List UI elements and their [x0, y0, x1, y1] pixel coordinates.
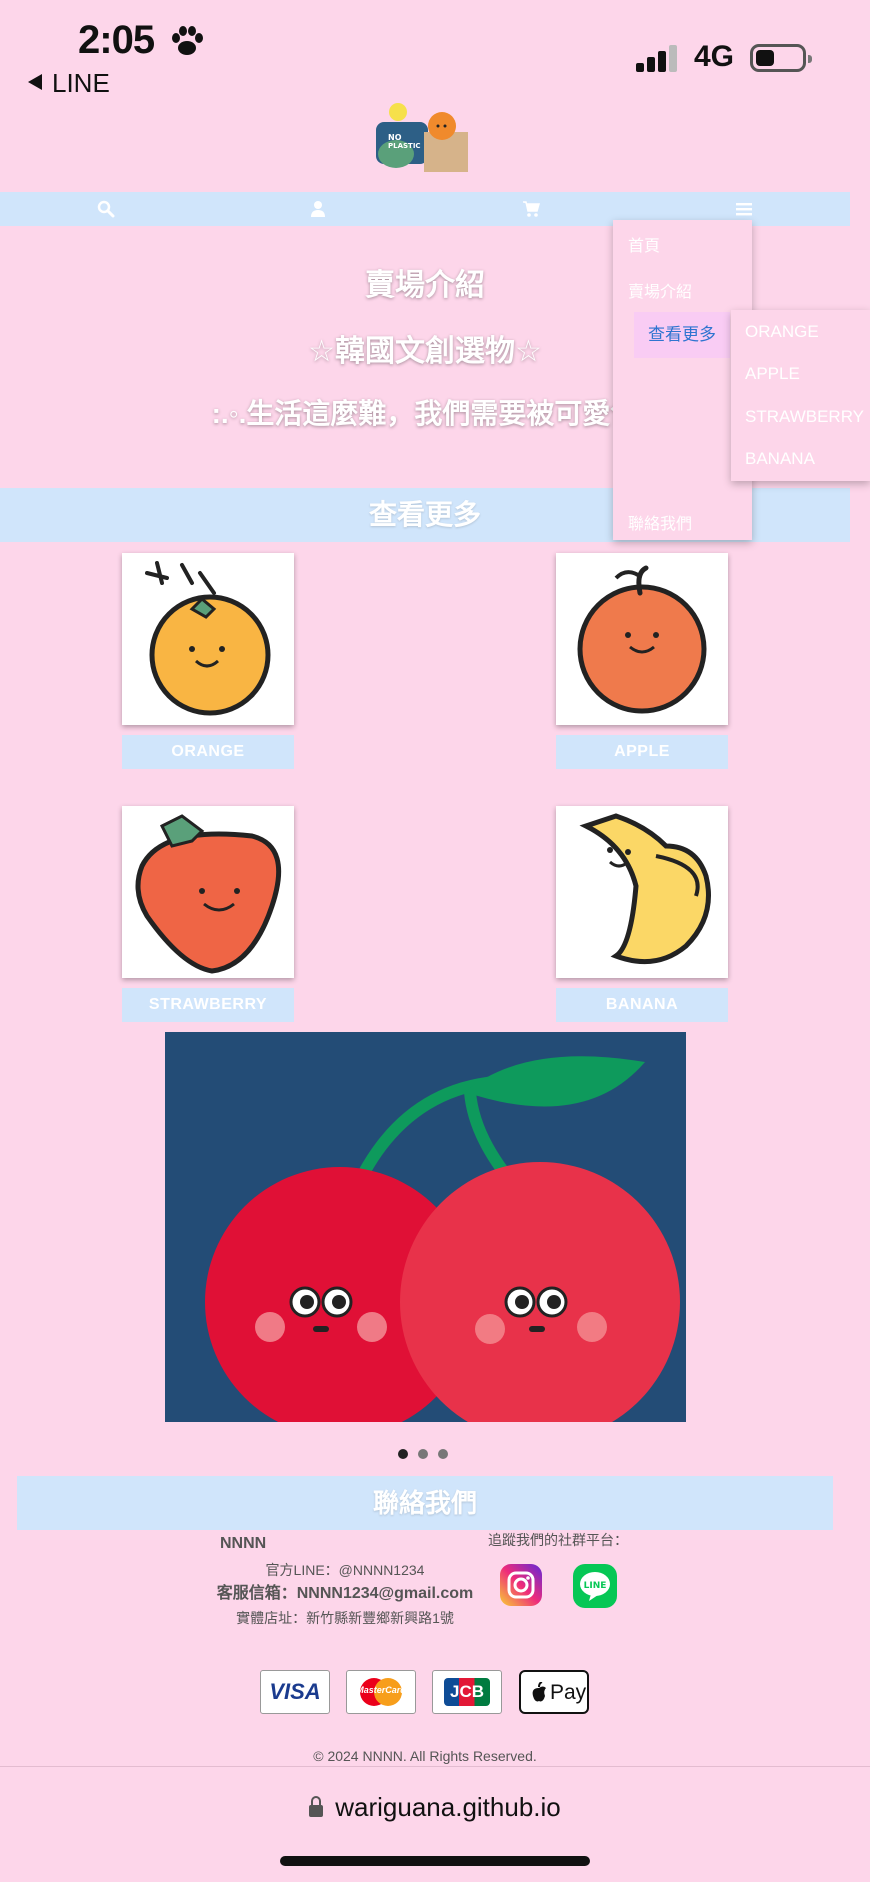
lock-icon: [309, 1796, 324, 1817]
product-label-banana[interactable]: BANANA: [556, 988, 728, 1022]
line-icon[interactable]: LINE: [573, 1564, 617, 1608]
submenu-item-apple[interactable]: APPLE: [745, 364, 800, 384]
carousel-indicators: [398, 1446, 458, 1464]
contact-heading: 聯絡我們: [17, 1476, 833, 1530]
url-text: wariguana.github.io: [335, 1792, 561, 1822]
back-app-label: LINE: [52, 68, 110, 98]
submenu-item-orange[interactable]: ORANGE: [745, 322, 819, 342]
orange-illustration: [145, 561, 271, 716]
visa-logo: VISA: [260, 1670, 330, 1714]
product-label-strawberry[interactable]: STRAWBERRY: [122, 988, 294, 1022]
view-more-submenu: ORANGE APPLE STRAWBERRY BANANA: [731, 310, 870, 481]
product-label-apple[interactable]: APPLE: [556, 735, 728, 769]
strawberry-illustration: [135, 814, 282, 974]
status-time: 2:05: [78, 18, 155, 62]
submenu-item-banana[interactable]: BANANA: [745, 449, 815, 469]
svg-text:LINE: LINE: [584, 1581, 607, 1591]
battery-icon: [750, 44, 812, 72]
copyright: © 2024 NNNN. All Rights Reserved.: [313, 1748, 537, 1764]
contact-info: NNNN 官方LINE：@NNNN1234 客服信箱：NNNN1234@gmai…: [210, 1534, 480, 1630]
menu-item-home[interactable]: 首頁: [628, 232, 660, 256]
mastercard-text: MasterCard: [356, 1685, 406, 1695]
carousel-dot-3[interactable]: [438, 1449, 448, 1459]
product-image-banana[interactable]: [556, 806, 728, 978]
store-address: 實體店址：新竹縣新豐鄉新興路1號: [236, 1610, 454, 1626]
image-carousel[interactable]: [165, 1032, 686, 1422]
signal-icon: [636, 44, 680, 72]
product-label-orange[interactable]: ORANGE: [122, 735, 294, 769]
network-type: 4G: [694, 40, 735, 73]
home-indicator[interactable]: [280, 1856, 590, 1866]
svg-text:NO: NO: [388, 133, 402, 142]
instagram-icon[interactable]: [500, 1564, 542, 1606]
applepay-logo: Pay: [519, 1670, 589, 1714]
social-title: 追蹤我們的社群平台：: [488, 1532, 628, 1548]
svg-text:PLASTIC: PLASTIC: [388, 142, 421, 150]
carousel-dot-1[interactable]: [398, 1449, 408, 1459]
submenu-item-strawberry[interactable]: STRAWBERRY: [745, 407, 864, 427]
back-arrow-icon: [28, 74, 42, 90]
back-to-app-button[interactable]: LINE: [28, 68, 110, 99]
mastercard-logo: MasterCard: [346, 1670, 416, 1714]
product-image-apple[interactable]: [556, 553, 728, 725]
shop-logo[interactable]: NO PLASTIC: [372, 102, 480, 176]
cart-icon[interactable]: [522, 200, 540, 218]
product-image-orange[interactable]: [122, 553, 294, 725]
applepay-text: Pay: [550, 1681, 587, 1704]
support-email[interactable]: 客服信箱：NNNN1234@gmail.com: [210, 1582, 480, 1606]
menu-item-about[interactable]: 賣場介紹: [628, 278, 692, 302]
apple-illustration: [577, 565, 707, 714]
apple-icon: [532, 1682, 546, 1702]
jcb-logo: JCB: [432, 1670, 502, 1714]
menu-item-view-more[interactable]: 查看更多: [634, 312, 730, 358]
paw-icon: [172, 26, 203, 55]
product-image-strawberry[interactable]: [122, 806, 294, 978]
menu-item-contact[interactable]: 聯絡我們: [628, 510, 692, 534]
search-icon[interactable]: [97, 200, 115, 218]
carousel-dot-2[interactable]: [418, 1449, 428, 1459]
menu-icon[interactable]: [735, 200, 753, 218]
brand-name: NNNN: [220, 1535, 267, 1552]
jcb-text: JCB: [444, 1678, 490, 1706]
cherry-slide-image: [205, 1056, 680, 1422]
user-icon[interactable]: [309, 200, 327, 218]
visa-text: VISA: [269, 1679, 321, 1704]
address-bar[interactable]: wariguana.github.io: [0, 1792, 870, 1823]
line-id: 官方LINE：@NNNN1234: [265, 1562, 425, 1578]
banana-illustration: [579, 813, 711, 965]
